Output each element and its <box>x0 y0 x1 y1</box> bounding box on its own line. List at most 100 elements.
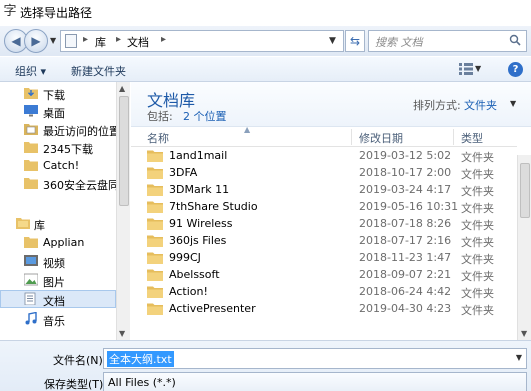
file-name: 91 Wireless <box>169 217 233 230</box>
folder-icon <box>147 201 163 213</box>
download-folder-icon <box>24 88 38 99</box>
nav-item-label: 2345下载 <box>43 143 93 156</box>
arrange-by-dropdown[interactable]: 文件夹 <box>464 97 497 113</box>
nav-item-pictures[interactable]: 图片 <box>0 271 116 289</box>
filename-dropdown-icon[interactable]: ▼ <box>516 353 522 362</box>
file-type: 文件夹 <box>461 236 494 249</box>
list-item[interactable]: Action! 2018-06-24 4:42 文件夹 <box>131 283 517 300</box>
column-divider[interactable] <box>453 129 454 145</box>
folder-icon <box>147 218 163 230</box>
nav-item-music[interactable]: 音乐 <box>0 310 116 328</box>
list-item[interactable]: ActivePresenter 2019-04-30 4:23 文件夹 <box>131 300 517 317</box>
filename-value: 全本大纲.txt <box>107 351 174 367</box>
file-date: 2018-09-07 2:21 <box>359 268 452 281</box>
nav-item-label: 文档 <box>43 295 65 308</box>
column-header-name[interactable]: 名称 <box>147 130 169 146</box>
list-item[interactable]: 91 Wireless 2018-07-18 8:26 文件夹 <box>131 215 517 232</box>
scroll-down-icon[interactable]: ▼ <box>119 329 125 338</box>
file-name: 3DFA <box>169 166 198 179</box>
nav-item-label: Applian <box>43 236 85 249</box>
library-folder-icon <box>24 237 38 248</box>
folder-icon <box>24 142 38 153</box>
filename-input[interactable]: 全本大纲.txt ▼ <box>103 348 527 369</box>
help-icon[interactable]: ? <box>508 62 523 77</box>
includes-locations-link[interactable]: 2 个位置 <box>183 108 227 124</box>
navigation-pane-scrollbar[interactable]: ▲ ▼ <box>116 82 130 340</box>
nav-item-desktop[interactable]: 桌面 <box>0 102 116 120</box>
nav-item-documents[interactable]: 文档 <box>0 290 116 308</box>
list-item[interactable]: 3DFA 2018-10-17 2:00 文件夹 <box>131 164 517 181</box>
nav-item-videos[interactable]: 视频 <box>0 252 116 270</box>
folder-icon <box>147 303 163 315</box>
list-item[interactable]: 1and1mail 2019-03-12 5:02 文件夹 <box>131 147 517 164</box>
forward-button[interactable]: ▶ <box>24 29 48 53</box>
search-placeholder: 搜索 文档 <box>375 36 423 49</box>
nav-item-label: 库 <box>34 219 45 232</box>
file-date: 2018-07-17 2:16 <box>359 234 452 247</box>
back-arrow-icon: ◀ <box>11 34 21 48</box>
file-name: 999CJ <box>169 251 201 264</box>
document-library-icon <box>24 292 36 305</box>
list-item[interactable]: 360js Files 2018-07-17 2:16 文件夹 <box>131 232 517 249</box>
folder-icon <box>147 235 163 247</box>
recent-pages-dropdown-icon[interactable]: ▼ <box>50 36 56 45</box>
forward-arrow-icon: ▶ <box>31 34 41 48</box>
view-dropdown-icon[interactable]: ▼ <box>475 64 481 73</box>
breadcrumb-chevron-icon[interactable]: ▸ <box>161 34 166 45</box>
file-name: 360js Files <box>169 234 227 247</box>
view-options-icon[interactable] <box>459 63 473 75</box>
file-name: Abelssoft <box>169 268 220 281</box>
file-name: ActivePresenter <box>169 302 256 315</box>
column-header-date[interactable]: 修改日期 <box>359 130 403 146</box>
address-bar[interactable]: ▸ 库 ▸ 文档 ▸ ▼ <box>60 30 344 52</box>
address-dropdown-icon[interactable]: ▼ <box>329 36 336 46</box>
file-date: 2019-04-30 4:23 <box>359 302 452 315</box>
folder-icon <box>147 269 163 281</box>
search-input[interactable]: 搜索 文档 <box>368 30 527 52</box>
folder-icon <box>147 167 163 179</box>
nav-item-catch[interactable]: Catch! <box>0 156 116 174</box>
nav-item-applian[interactable]: Applian <box>0 233 116 251</box>
includes-label: 包括: <box>147 110 173 123</box>
refresh-button[interactable]: ⇆ <box>345 30 365 52</box>
filetype-select[interactable]: All Files (*.*) <box>103 372 527 391</box>
file-type: 文件夹 <box>461 168 494 181</box>
file-type: 文件夹 <box>461 151 494 164</box>
file-type: 文件夹 <box>461 287 494 300</box>
address-row: ◀ ▶ ▼ ▸ 库 ▸ 文档 ▸ ▼ ⇆ 搜索 文档 <box>0 26 531 56</box>
nav-item-downloads[interactable]: 下载 <box>0 84 116 102</box>
file-type: 文件夹 <box>461 253 494 266</box>
window-title: 选择导出路径 <box>20 6 93 20</box>
column-divider[interactable] <box>351 129 352 145</box>
breadcrumb-library[interactable]: 库 <box>95 34 106 50</box>
folder-icon <box>24 160 38 171</box>
nav-item-360-cloud-sync[interactable]: 360安全云盘同步 <box>0 174 116 192</box>
scrollbar-thumb[interactable] <box>520 163 530 218</box>
file-list-scrollbar[interactable]: ▼ <box>517 155 531 340</box>
list-item[interactable]: 999CJ 2018-11-23 1:47 文件夹 <box>131 249 517 266</box>
column-header-type[interactable]: 类型 <box>461 130 483 146</box>
column-headers: ▲ 名称 修改日期 类型 <box>131 125 517 147</box>
file-date: 2018-11-23 1:47 <box>359 251 452 264</box>
file-name: 3DMark 11 <box>169 183 230 196</box>
list-item[interactable]: Abelssoft 2018-09-07 2:21 文件夹 <box>131 266 517 283</box>
scroll-up-icon[interactable]: ▲ <box>119 84 125 93</box>
list-item[interactable]: 7thShare Studio 2019-05-16 10:31 文件夹 <box>131 198 517 215</box>
list-item[interactable]: 3DMark 11 2019-03-24 4:17 文件夹 <box>131 181 517 198</box>
filename-label: 文件名(N): <box>53 354 107 367</box>
breadcrumb-chevron-icon[interactable]: ▸ <box>116 34 121 45</box>
new-folder-button[interactable]: 新建文件夹 <box>71 63 126 79</box>
breadcrumb-chevron-icon[interactable]: ▸ <box>83 34 88 45</box>
scroll-down-icon[interactable]: ▼ <box>521 329 527 338</box>
command-bar: 组织 ▾ 新建文件夹 ▼ ? <box>0 56 531 82</box>
nav-item-recent-places[interactable]: 最近访问的位置 <box>0 120 116 138</box>
arrange-dropdown-icon[interactable]: ▼ <box>510 99 516 108</box>
save-fields: 文件名(N): 全本大纲.txt ▼ 保存类型(T): All Files (*… <box>0 340 531 391</box>
file-date: 2018-06-24 4:42 <box>359 285 452 298</box>
nav-item-libraries[interactable]: 库 <box>0 214 116 232</box>
organize-button[interactable]: 组织 ▾ <box>15 63 46 79</box>
nav-item-2345-downloads[interactable]: 2345下载 <box>0 138 116 156</box>
scrollbar-thumb[interactable] <box>119 96 129 206</box>
breadcrumb-documents[interactable]: 文档 <box>127 34 149 50</box>
app-icon: 字 <box>3 4 17 19</box>
